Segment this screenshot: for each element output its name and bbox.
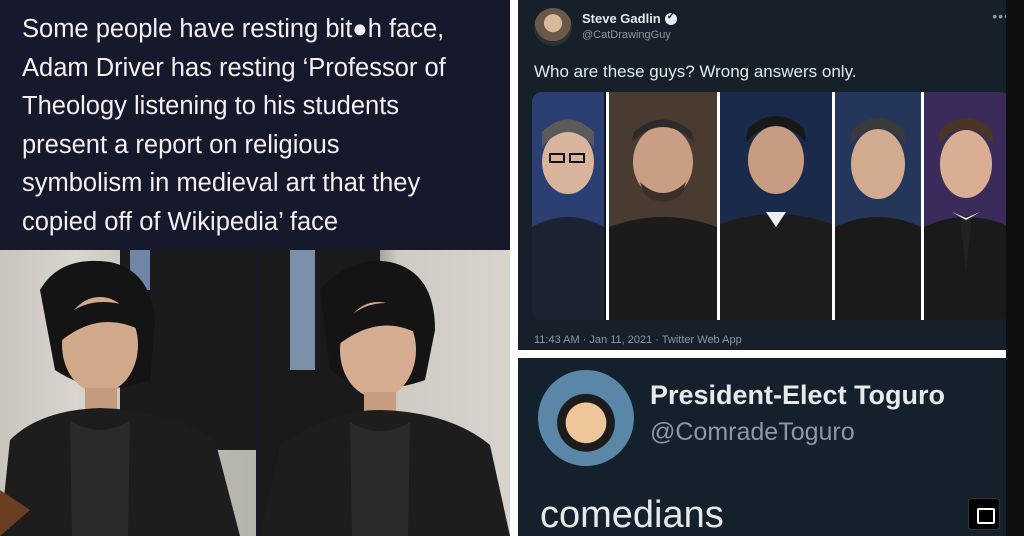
reply-card: President-Elect Toguro @ComradeToguro co…	[518, 358, 1024, 536]
post-line: Theology listening to his students	[22, 92, 400, 120]
vertical-divider	[510, 0, 518, 536]
tweet-media-photos	[532, 92, 1010, 320]
reply-avatar[interactable]	[538, 370, 634, 466]
tweet-meta[interactable]: 11:43 AM · Jan 11, 2021 · Twitter Web Ap…	[534, 334, 742, 346]
post-line: copied off of Wikipedia’ face	[22, 207, 339, 236]
right-edge-strip	[1006, 0, 1024, 536]
left-post-panel: Some people have resting bit●h face, Ada…	[0, 0, 510, 536]
photo-right-figure	[260, 250, 510, 536]
tweet-author[interactable]: Steve Gadlin	[582, 11, 677, 26]
tweet-text: Who are these guys? Wrong answers only.	[534, 62, 857, 81]
tweet-media-grid[interactable]	[532, 92, 1010, 320]
verified-badge-icon	[664, 11, 677, 25]
post-line: Adam Driver has resting ‘Professor of	[22, 53, 446, 82]
photo-right	[260, 250, 510, 536]
post-line: symbolism in medieval art that they	[22, 169, 421, 197]
author-name: Steve Gadlin	[582, 11, 661, 26]
image-icon[interactable]	[968, 498, 1000, 530]
reply-text: comedians	[540, 494, 724, 536]
reply-handle[interactable]: @ComradeToguro	[650, 418, 855, 447]
horizontal-divider	[518, 350, 1024, 358]
photo-left-figure	[0, 250, 256, 536]
tweet-card: Steve Gadlin @CatDrawingGuy ••• Who are …	[518, 0, 1024, 348]
post-line: Some people have resting bit●h face,	[22, 15, 445, 43]
meme-collage: Some people have resting bit●h face, Ada…	[0, 0, 1024, 536]
tweet-handle[interactable]: @CatDrawingGuy	[582, 29, 671, 41]
avatar[interactable]	[534, 8, 572, 46]
right-panel: Steve Gadlin @CatDrawingGuy ••• Who are …	[518, 0, 1024, 536]
left-post-text: Some people have resting bit●h face, Ada…	[22, 10, 502, 241]
reply-name[interactable]: President-Elect Toguro	[650, 380, 945, 411]
photo-left	[0, 250, 256, 536]
post-line: present a report on religious	[22, 130, 340, 159]
